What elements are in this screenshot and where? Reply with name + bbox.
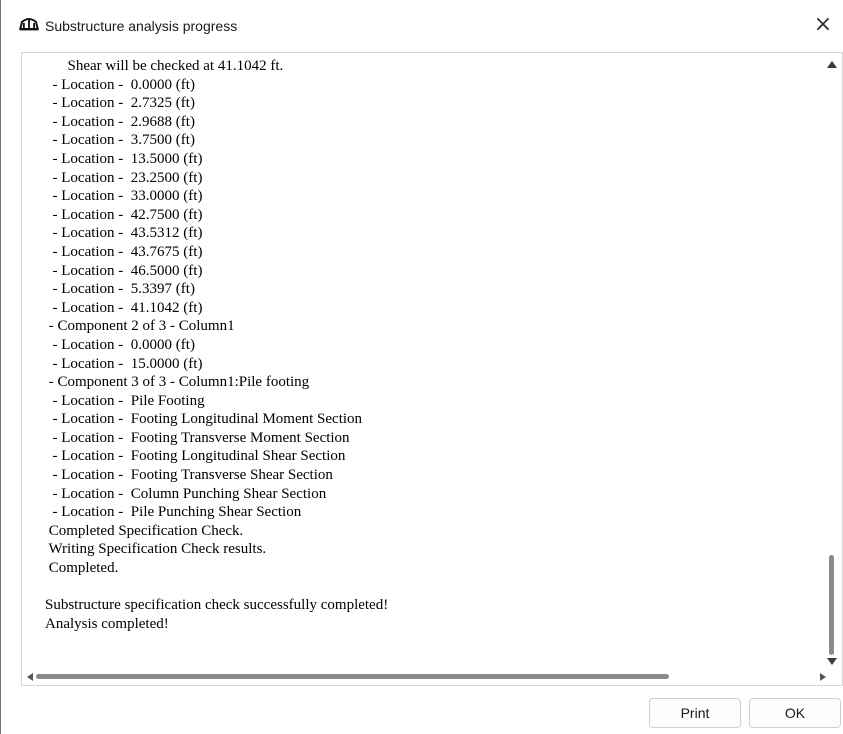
print-button[interactable]: Print: [649, 698, 741, 728]
horizontal-scroll-thumb[interactable]: [36, 674, 669, 679]
log-line: - Location - Pile Footing: [45, 392, 205, 409]
log-line: - Location - Column Punching Shear Secti…: [45, 485, 327, 502]
log-line: - Location - Pile Punching Shear Section: [45, 504, 302, 521]
vertical-scroll-thumb[interactable]: [829, 555, 834, 655]
log-line: - Location - 3.7500 (ft): [45, 132, 195, 149]
log-line: - Location - Footing Longitudinal Shear …: [45, 448, 346, 465]
log-line: - Location - 15.0000 (ft): [45, 355, 203, 372]
log-line: - Location - 0.0000 (ft): [45, 76, 195, 93]
log-line: - Location - Footing Transverse Moment S…: [45, 429, 350, 446]
vertical-scrollbar[interactable]: [822, 53, 842, 671]
log-line: - Location - 43.7675 (ft): [45, 243, 203, 260]
ok-button[interactable]: OK: [749, 698, 841, 728]
log-text-area: Shear will be checked at 41.1042 ft. - L…: [45, 57, 818, 669]
log-line: - Location - 41.1042 (ft): [45, 299, 203, 316]
log-line: Writing Specification Check results.: [45, 541, 267, 558]
log-line: - Component 3 of 3 - Column1:Pile footin…: [45, 374, 310, 391]
log-line: - Location - 13.5000 (ft): [45, 150, 203, 167]
log-line: Substructure specification check success…: [45, 597, 389, 614]
log-line: - Location - 2.7325 (ft): [45, 95, 195, 112]
log-line: - Location - 33.0000 (ft): [45, 188, 203, 205]
scroll-left-arrow-icon[interactable]: [27, 673, 33, 681]
log-line: - Location - 5.3397 (ft): [45, 281, 195, 298]
progress-dialog: Substructure analysis progress × Shear w…: [0, 0, 843, 734]
log-line: - Location - 0.0000 (ft): [45, 336, 195, 353]
log-line: Completed.: [45, 560, 119, 577]
log-line: - Location - Footing Transverse Shear Se…: [45, 467, 333, 484]
bridge-icon: [19, 18, 39, 31]
log-line: - Location - Footing Longitudinal Moment…: [45, 411, 363, 428]
log-line: - Location - 46.5000 (ft): [45, 262, 203, 279]
title-bar: Substructure analysis progress ×: [1, 0, 843, 52]
horizontal-scrollbar[interactable]: [22, 669, 842, 685]
log-line: Analysis completed!: [45, 615, 169, 632]
log-line: - Location - 23.2500 (ft): [45, 169, 203, 186]
log-line: - Location - 42.7500 (ft): [45, 206, 203, 223]
log-line: - Location - 43.5312 (ft): [45, 225, 203, 242]
close-icon[interactable]: ×: [808, 10, 838, 40]
scroll-down-arrow-icon[interactable]: [827, 658, 837, 665]
log-line: - Location - 2.9688 (ft): [45, 113, 195, 130]
log-line: Completed Specification Check.: [45, 522, 244, 539]
scroll-right-arrow-icon[interactable]: [820, 673, 826, 681]
log-line: - Component 2 of 3 - Column1: [45, 318, 235, 335]
log-output[interactable]: Shear will be checked at 41.1042 ft. - L…: [21, 52, 843, 686]
log-line: Shear will be checked at 41.1042 ft.: [45, 58, 284, 74]
window-title: Substructure analysis progress: [45, 18, 238, 34]
scroll-up-arrow-icon[interactable]: [827, 61, 837, 68]
